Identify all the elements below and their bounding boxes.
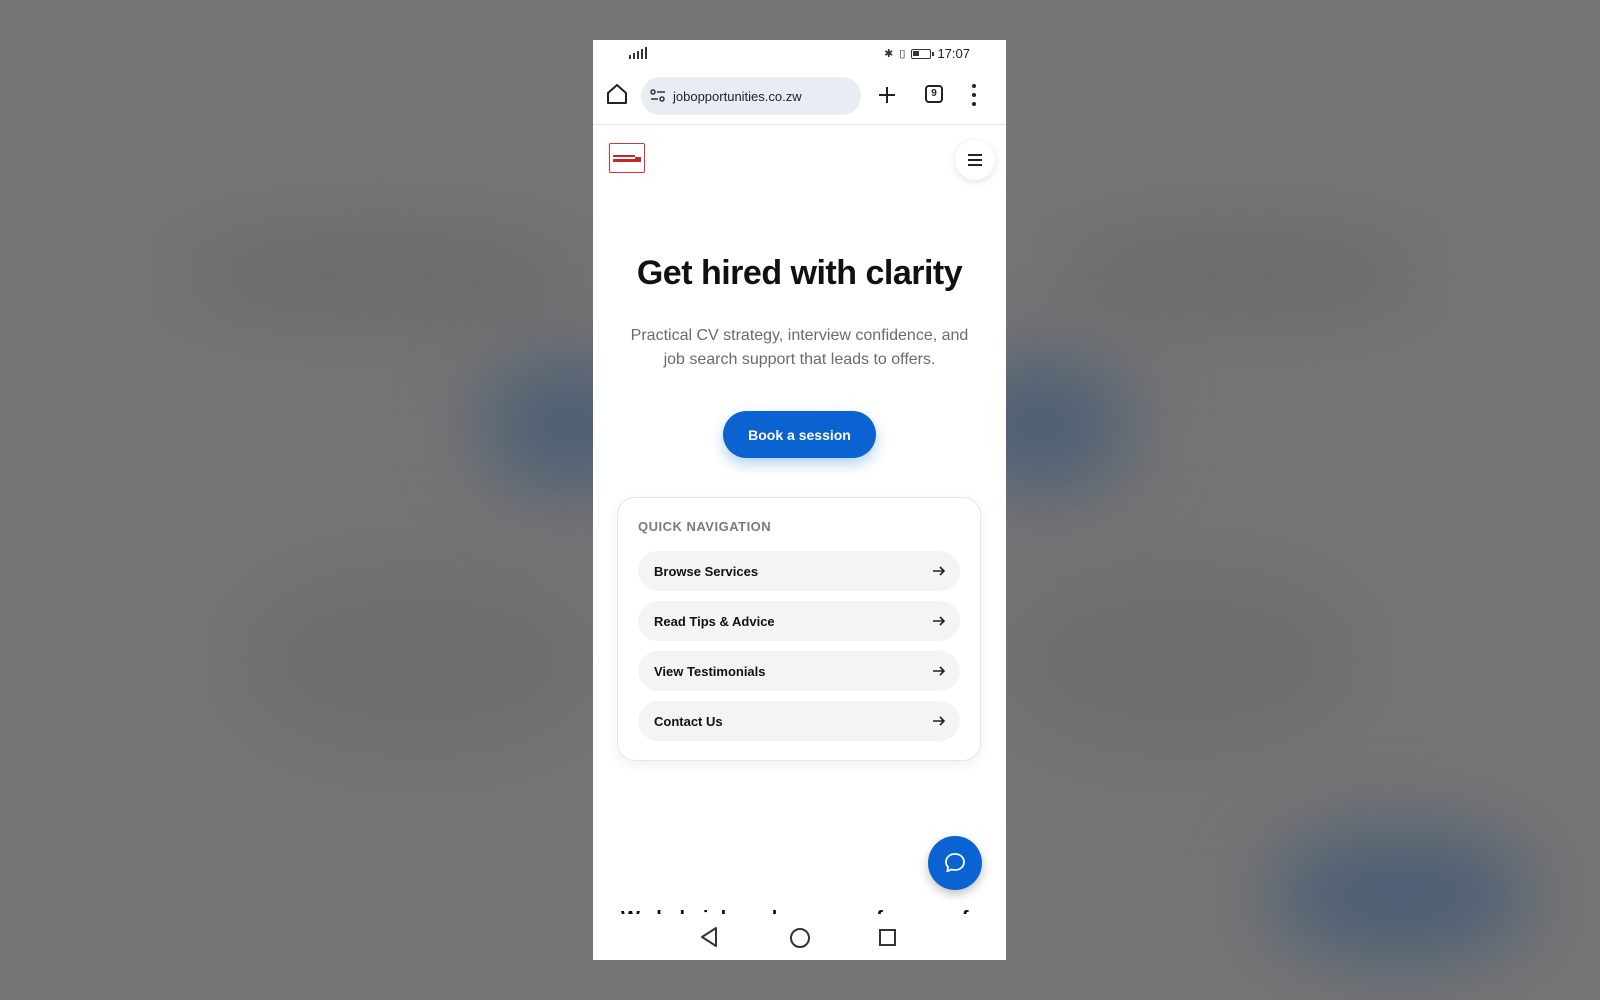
status-bar: ✱ ▯ 17:07 xyxy=(593,40,1006,68)
plus-icon[interactable] xyxy=(876,84,898,106)
hamburger-menu-icon[interactable] xyxy=(955,140,995,180)
site-logo[interactable] xyxy=(609,143,645,173)
quick-nav-item-contact-us[interactable]: Contact Us xyxy=(638,701,960,741)
chat-button[interactable] xyxy=(928,836,982,890)
more-vertical-icon[interactable] xyxy=(971,84,977,106)
backdrop-blur xyxy=(1270,830,1530,960)
battery-icon xyxy=(911,48,935,59)
backdrop-blur xyxy=(230,560,610,760)
arrow-right-icon xyxy=(933,666,946,676)
phone-screen: ✱ ▯ 17:07 jobopportunities.co.zw 9 Get h… xyxy=(593,40,1006,960)
vibrate-icon: ▯ xyxy=(899,48,906,60)
status-right: ✱ ▯ 17:07 xyxy=(884,46,970,61)
chat-bubble-icon xyxy=(945,853,965,873)
system-navigation-bar xyxy=(593,916,1006,960)
backdrop-blur xyxy=(1050,230,1430,320)
arrow-right-icon xyxy=(933,566,946,576)
back-icon[interactable] xyxy=(699,926,719,948)
quick-nav-item-testimonials[interactable]: View Testimonials xyxy=(638,651,960,691)
quick-navigation-title: QUICK NAVIGATION xyxy=(638,519,772,534)
status-time: 17:07 xyxy=(937,46,970,61)
home-circle-icon[interactable] xyxy=(790,928,810,948)
bluetooth-icon: ✱ xyxy=(884,48,894,60)
section-heading-peek: We help job seekers move from confusion xyxy=(621,904,981,914)
tune-icon[interactable] xyxy=(649,87,667,105)
arrow-right-icon xyxy=(933,616,946,626)
quick-navigation-card: QUICK NAVIGATION Browse Services Read Ti… xyxy=(617,497,981,761)
url-text[interactable]: jobopportunities.co.zw xyxy=(673,89,802,104)
recent-apps-icon[interactable] xyxy=(879,929,896,946)
tab-switcher-icon[interactable]: 9 xyxy=(925,85,943,103)
quick-nav-item-label: Browse Services xyxy=(654,563,759,579)
backdrop-blur xyxy=(990,560,1370,760)
backdrop-blur xyxy=(170,230,590,320)
signal-icon xyxy=(629,45,647,59)
hero-subtitle: Practical CV strategy, interview confide… xyxy=(630,327,969,368)
address-bar[interactable]: jobopportunities.co.zw xyxy=(641,77,861,115)
quick-nav-item-label: View Testimonials xyxy=(654,663,766,679)
quick-nav-item-label: Read Tips & Advice xyxy=(654,613,775,629)
hero-title: Get hired with clarity xyxy=(636,254,963,292)
quick-nav-item-browse-services[interactable]: Browse Services xyxy=(638,551,960,591)
home-icon[interactable] xyxy=(605,82,629,106)
browser-toolbar: jobopportunities.co.zw 9 xyxy=(593,68,1006,125)
quick-nav-item-label: Contact Us xyxy=(654,713,723,729)
quick-nav-item-tips-advice[interactable]: Read Tips & Advice xyxy=(638,601,960,641)
book-session-button[interactable]: Book a session xyxy=(723,411,876,458)
arrow-right-icon xyxy=(933,716,946,726)
